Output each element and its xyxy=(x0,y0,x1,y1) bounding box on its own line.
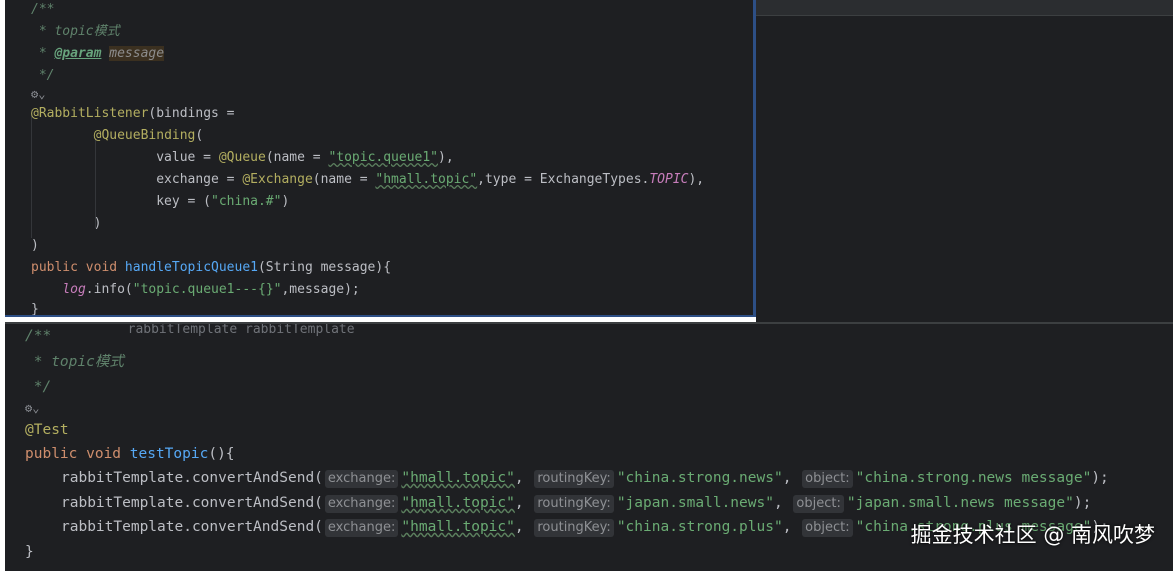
code-line[interactable]: } xyxy=(25,540,34,564)
code-line[interactable]: value = @Queue(name = "topic.queue1"), xyxy=(31,148,453,168)
code-line[interactable]: * topic模式 xyxy=(31,22,120,42)
watermark: 掘金技术社区 @ 南风吹梦 xyxy=(910,523,1155,547)
param-hint: routingKey: xyxy=(534,495,614,513)
code-line[interactable]: exchange = @Exchange(name = "hmall.topic… xyxy=(31,170,704,190)
code-line[interactable]: /** xyxy=(31,0,54,20)
extension-icon[interactable]: ⚙⌄ xyxy=(25,401,39,415)
param-hint: exchange: xyxy=(324,519,399,537)
code-line[interactable]: * @param message xyxy=(31,44,165,64)
code-line[interactable]: public void testTopic(){ xyxy=(25,442,235,466)
code-line[interactable]: * topic模式 xyxy=(25,350,124,374)
code-line[interactable]: public void handleTopicQueue1(String mes… xyxy=(31,258,391,278)
code-line[interactable]: */ xyxy=(31,66,55,86)
secondary-editor-pane[interactable] xyxy=(756,0,1173,322)
code-line[interactable]: key = ("china.#") xyxy=(31,192,289,212)
gutter-line[interactable]: ⚙⌄ xyxy=(31,84,45,105)
listener-editor-pane[interactable]: /** * topic模式 * @param message */ ⚙⌄ @Ra… xyxy=(5,0,756,317)
param-hint: object: xyxy=(802,519,853,537)
code-line[interactable]: @RabbitListener(bindings = xyxy=(31,104,235,124)
ghost-line: rabbitTemplate rabbitTemplate xyxy=(65,322,355,337)
param-hint: exchange: xyxy=(324,495,399,513)
param-hint: object: xyxy=(802,470,853,488)
code-line[interactable]: /** xyxy=(25,324,51,348)
call-line[interactable]: rabbitTemplate.convertAndSend(exchange: "… xyxy=(61,466,1109,490)
editor-tab-strip[interactable] xyxy=(756,0,1173,16)
param-hint: routingKey: xyxy=(534,519,614,537)
code-line[interactable]: log.info("topic.queue1---{}",message); xyxy=(31,280,359,300)
param-hint: routingKey: xyxy=(534,470,614,488)
extension-icon[interactable]: ⚙⌄ xyxy=(31,87,45,101)
code-line[interactable]: } xyxy=(31,300,39,315)
code-line[interactable]: @QueueBinding( xyxy=(31,126,204,146)
param-hint: object: xyxy=(793,495,844,513)
code-line[interactable]: ) xyxy=(31,214,102,234)
param-hint: exchange: xyxy=(324,470,399,488)
gutter-line[interactable]: ⚙⌄ xyxy=(25,396,39,420)
call-line[interactable]: rabbitTemplate.convertAndSend(exchange: "… xyxy=(61,491,1091,515)
code-line[interactable]: @Test xyxy=(25,418,69,442)
code-line[interactable]: ) xyxy=(31,236,39,256)
